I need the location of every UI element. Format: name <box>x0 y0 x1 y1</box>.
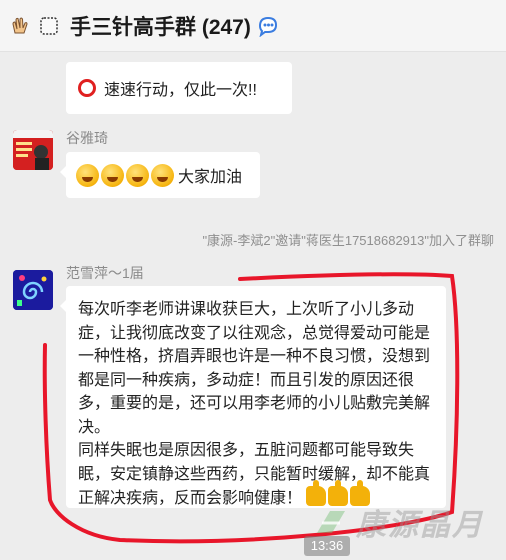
message-text: 速速行动，仅此一次!! <box>104 82 257 99</box>
clapping-hands-icon <box>10 15 32 37</box>
message-bubble[interactable]: 速速行动，仅此一次!! <box>66 62 292 114</box>
message-bubble[interactable]: 大家加油 <box>60 152 260 198</box>
message-text: 大家加油 <box>178 169 243 186</box>
avatar[interactable] <box>13 270 53 310</box>
message-text: 每次听李老师讲课收获巨大，上次听了小儿多动症，让我彻底改变了以往观念，总觉得爱动… <box>78 301 431 507</box>
square-icon <box>38 15 60 37</box>
system-notice: "康源-李斌2"邀请"蒋医生17518682913"加入了群聊 <box>202 233 494 248</box>
red-circle-icon <box>78 79 96 97</box>
message-bubble[interactable]: 每次听李老师讲课收获巨大，上次听了小儿多动症，让我彻底改变了以往观念，总觉得爱动… <box>60 286 446 508</box>
watermark-text: 康源晶月 <box>356 508 484 543</box>
sender-name: 范雪萍～1届 <box>66 265 144 281</box>
grinning-face-icon <box>126 163 149 187</box>
timestamp: 13:36 <box>304 536 350 556</box>
chat-bubble-icon[interactable] <box>257 15 279 37</box>
avatar[interactable] <box>13 130 53 170</box>
chat-header: 手三针高手群 (247) <box>0 0 506 52</box>
sender-name: 谷雅琦 <box>66 130 108 146</box>
group-title[interactable]: 手三针高手群 (247) <box>70 11 251 41</box>
grinning-face-icon <box>76 163 99 187</box>
grinning-face-icon <box>101 163 124 187</box>
grinning-face-icon <box>151 163 174 187</box>
